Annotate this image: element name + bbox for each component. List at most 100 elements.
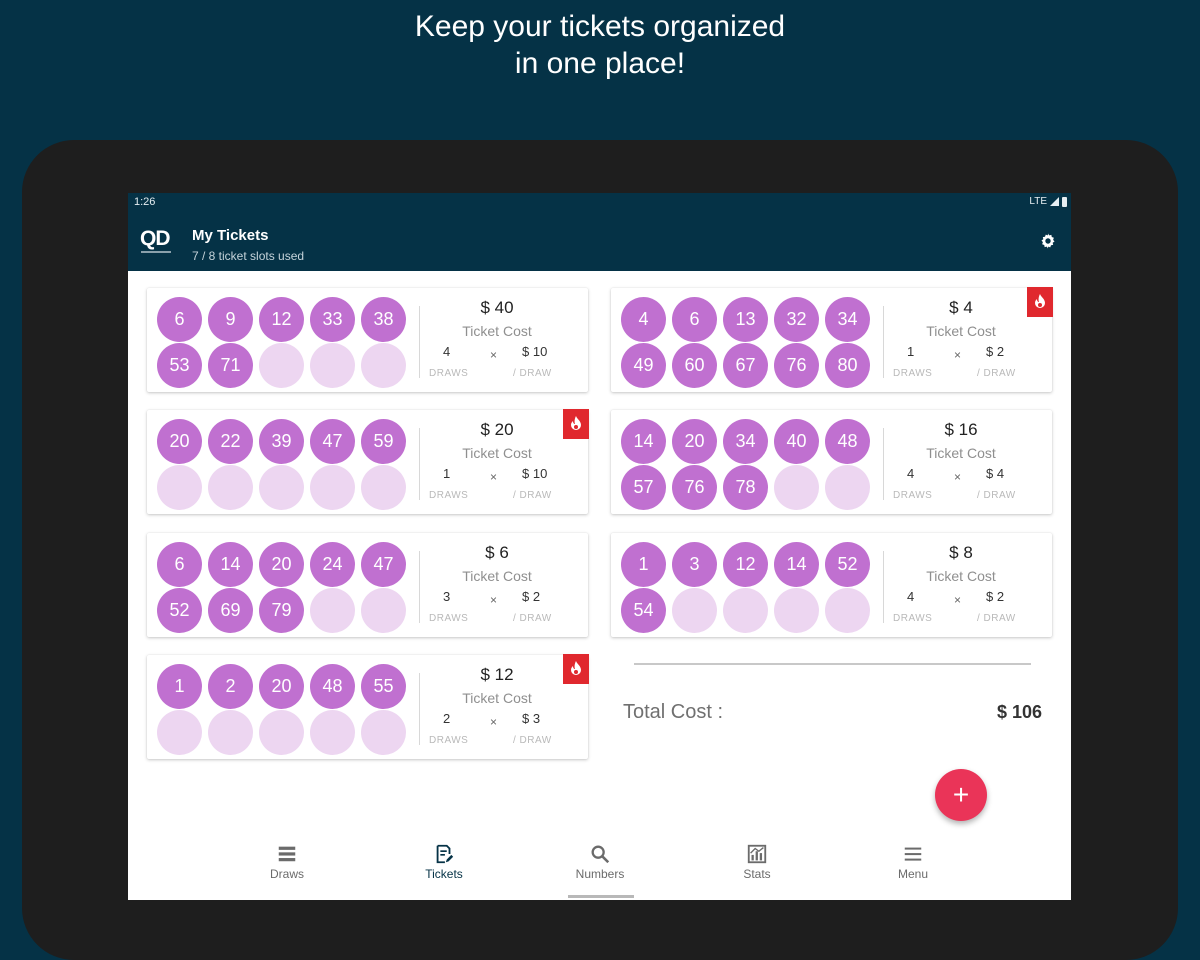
per-draw-label: / DRAW [513,613,552,624]
number-ball: 12 [723,542,768,587]
battery-icon [1062,196,1067,207]
draws-count: 2 [443,711,451,726]
ticket-card[interactable]: 6 14 20 24 47 52 69 79 $ 6 Ticket Cost 3 × $ 2 DRAWS /… [147,533,588,637]
ticket-cost-value: $ 6 [485,543,509,562]
draws-label: DRAWS [893,490,933,501]
flame-icon [571,661,581,675]
number-ball: 39 [259,419,304,464]
number-ball: 52 [157,588,202,633]
number-ball: 9 [208,297,253,342]
card-divider [419,306,420,378]
empty-number-slot [672,588,717,633]
number-ball: 49 [621,343,666,388]
number-ball: 24 [310,542,355,587]
number-ball: 47 [310,419,355,464]
nav-tickets[interactable]: Tickets [389,843,499,881]
nav-numbers[interactable]: Numbers [545,843,655,881]
empty-number-slot [208,465,253,510]
logo-underline [141,251,171,253]
network-type: LTE [1029,196,1047,207]
number-ball: 80 [825,343,870,388]
number-ball: 13 [723,297,768,342]
card-divider [419,673,420,745]
empty-number-slot [774,465,819,510]
hot-ticket-badge [563,409,589,439]
per-draw-price: $ 2 [522,589,541,604]
ticket-card[interactable]: 20 22 39 47 59 $ 20 Ticket Cost 1 × $ 10 DRAWS / DR… [147,409,589,514]
number-ball: 14 [621,419,666,464]
empty-number-slot [157,465,202,510]
draws-label: DRAWS [893,368,933,379]
number-balls: 4 6 13 32 34 49 60 67 76 80 [621,297,881,389]
card-divider [419,428,420,500]
per-draw-price: $ 2 [986,589,1005,604]
ticket-cost-value: $ 40 [480,298,514,317]
draws-count: 4 [907,589,915,604]
ticket-cost-value: $ 4 [949,298,973,317]
empty-number-slot [825,588,870,633]
number-balls: 6 14 20 24 47 52 69 79 [157,542,417,634]
empty-number-slot [310,343,355,388]
number-ball: 12 [259,297,304,342]
nav-draws[interactable]: Draws [232,843,342,881]
ticket-cost-label: Ticket Cost [462,323,532,339]
card-divider [419,551,420,623]
ticket-card[interactable]: 14 20 34 40 48 57 76 78 $ 16 Ticket Cost 4 × $ 4 DRAW… [611,410,1052,514]
number-balls: 1 2 20 48 55 [157,664,417,756]
nav-stats[interactable]: Stats [702,843,812,881]
draws-label: DRAWS [429,490,469,501]
draws-count: 1 [443,466,451,481]
menu-icon [904,847,922,861]
per-draw-label: / DRAW [977,368,1016,379]
number-ball: 6 [157,297,202,342]
number-ball: 20 [259,542,304,587]
app-logo: QD [140,227,170,250]
bottom-navigation: Draws Tickets Numbers Stats Menu [128,833,1071,900]
empty-number-slot [310,588,355,633]
number-ball: 71 [208,343,253,388]
status-icons: LTE [1029,196,1067,207]
number-ball: 47 [361,542,406,587]
draws-count: 4 [443,344,451,359]
add-ticket-button[interactable]: + [935,769,987,821]
number-ball: 54 [621,588,666,633]
per-draw-price: $ 4 [986,466,1005,481]
stats-chart-icon [747,844,767,864]
signal-icon [1050,197,1059,206]
number-ball: 57 [621,465,666,510]
ticket-card[interactable]: 6 9 12 33 38 53 71 $ 40 Ticket Cost 4 × $ 10 DRAWS / … [147,288,588,392]
nav-label-tickets: Tickets [425,867,463,881]
multiply-sign: × [490,470,498,484]
ticket-card[interactable]: 1 3 12 14 52 54 $ 8 Ticket Cost 4 × $ 2 DRAWS / DRAW [611,533,1052,637]
nav-label-menu: Menu [897,867,929,881]
empty-number-slot [774,588,819,633]
ticket-cost-label: Ticket Cost [462,445,532,461]
number-ball: 14 [208,542,253,587]
promo-headline: Keep your tickets organized in one place… [0,8,1200,82]
multiply-sign: × [490,593,498,607]
number-ball: 2 [208,664,253,709]
ticket-card[interactable]: 1 2 20 48 55 $ 12 Ticket Cost 2 × $ 3 DRAWS / DRAW [147,654,589,759]
ticket-card[interactable]: 4 6 13 32 34 49 60 67 76 80 $ 4 Ticket Cost 1 × $ 2 DRA… [611,287,1053,392]
nav-menu[interactable]: Menu [858,843,968,881]
number-ball: 6 [157,542,202,587]
draws-label: DRAWS [429,368,469,379]
search-icon [591,845,610,864]
number-ball: 79 [259,588,304,633]
ticket-cost-value: $ 12 [480,665,514,684]
number-ball: 67 [723,343,768,388]
per-draw-price: $ 2 [986,344,1005,359]
empty-number-slot [310,465,355,510]
number-ball: 34 [825,297,870,342]
per-draw-label: / DRAW [977,490,1016,501]
ticket-cost-value: $ 20 [480,420,514,439]
number-balls: 1 3 12 14 52 54 [621,542,881,634]
total-cost-label: Total Cost : [623,701,724,723]
empty-number-slot [259,710,304,755]
draws-label: DRAWS [429,613,469,624]
settings-icon[interactable] [1039,232,1057,250]
card-divider [883,551,884,623]
number-ball: 3 [672,542,717,587]
page-title: My Tickets [192,227,269,244]
empty-number-slot [361,343,406,388]
